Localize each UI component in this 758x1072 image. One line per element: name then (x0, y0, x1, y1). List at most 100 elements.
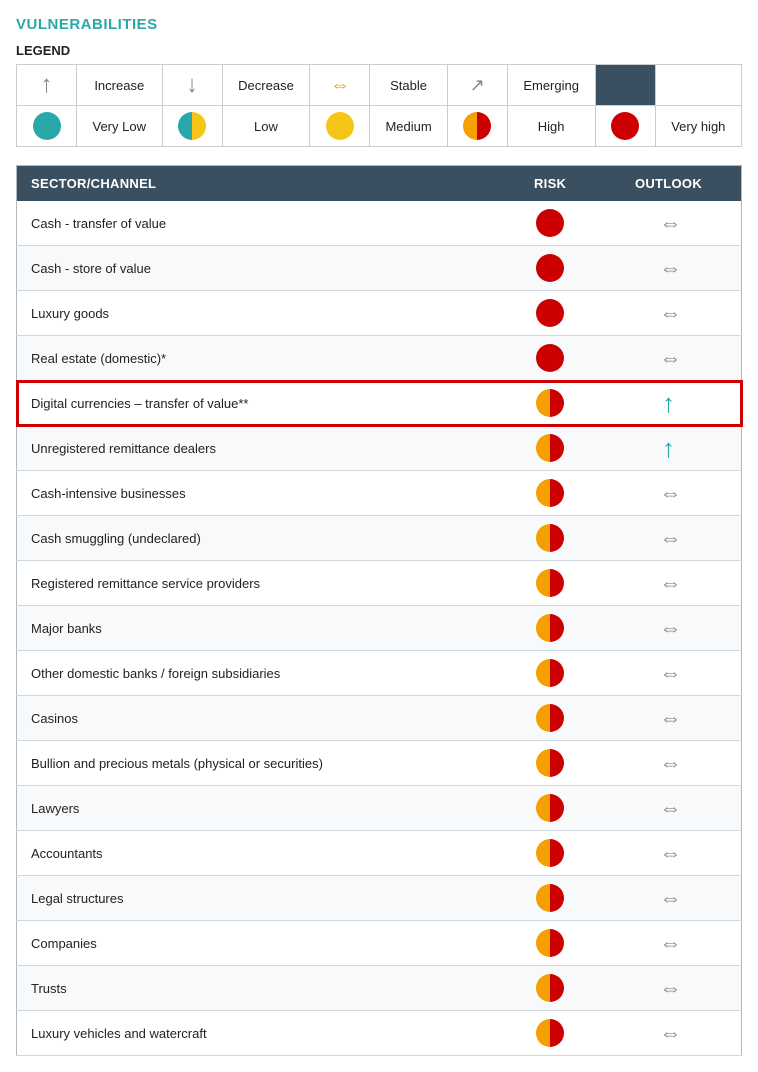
table-row: Cash - transfer of value ⇔ (17, 201, 742, 246)
sector-cell: Cash - store of value (17, 246, 505, 291)
outlook-cell: ↑ (596, 426, 742, 471)
risk-icon (536, 434, 564, 462)
legend-very-high-label: Very high (655, 106, 741, 147)
outlook-icon: ⇔ (659, 977, 677, 999)
outlook-cell: ⇔ (596, 606, 742, 651)
outlook-icon: ⇔ (659, 482, 677, 504)
legend-empty-label (655, 65, 741, 106)
table-row: Major banks ⇔ (17, 606, 742, 651)
col-header-risk: RISK (504, 166, 596, 202)
risk-icon (536, 614, 564, 642)
legend-arrow-up-icon: ↑ (17, 65, 77, 106)
page-title: VULNERABILITIES (16, 16, 742, 33)
outlook-icon: ⇔ (659, 752, 677, 774)
col-header-sector: SECTOR/CHANNEL (17, 166, 505, 202)
outlook-icon: ↑ (662, 390, 675, 416)
outlook-icon: ⇔ (659, 707, 677, 729)
risk-icon (536, 794, 564, 822)
outlook-cell: ↑ (596, 381, 742, 426)
outlook-cell: ⇔ (596, 246, 742, 291)
legend-stable-label: Stable (370, 65, 447, 106)
outlook-cell: ⇔ (596, 201, 742, 246)
outlook-cell: ⇔ (596, 921, 742, 966)
risk-cell (504, 561, 596, 606)
table-row: Companies ⇔ (17, 921, 742, 966)
table-row: Casinos⇔ (17, 696, 742, 741)
risk-cell (504, 246, 596, 291)
risk-icon (536, 209, 564, 237)
risk-icon (536, 659, 564, 687)
sector-cell: Other domestic banks / foreign subsidiar… (17, 651, 505, 696)
table-row: Digital currencies – transfer of value**… (17, 381, 742, 426)
outlook-icon: ⇔ (659, 617, 677, 639)
outlook-icon: ⇔ (659, 932, 677, 954)
outlook-cell: ⇔ (596, 966, 742, 1011)
legend-circle-veryhigh-icon (595, 106, 655, 147)
legend-medium-label: Medium (370, 106, 447, 147)
legend-title: LEGEND (16, 43, 742, 58)
vulnerability-table: SECTOR/CHANNEL RISK OUTLOOK Cash - trans… (16, 165, 742, 1056)
outlook-icon: ⇔ (659, 797, 677, 819)
outlook-icon: ⇔ (659, 347, 677, 369)
sector-cell: Lawyers (17, 786, 505, 831)
outlook-cell: ⇔ (596, 561, 742, 606)
legend-circle-low-icon (162, 106, 222, 147)
risk-icon (536, 524, 564, 552)
risk-cell (504, 381, 596, 426)
risk-cell (504, 606, 596, 651)
sector-cell: Companies (17, 921, 505, 966)
risk-cell (504, 426, 596, 471)
sector-cell: Cash-intensive businesses (17, 471, 505, 516)
risk-icon (536, 839, 564, 867)
table-row: Legal structures ⇔ (17, 876, 742, 921)
outlook-cell: ⇔ (596, 291, 742, 336)
table-row: Cash-intensive businesses ⇔ (17, 471, 742, 516)
outlook-icon: ⇔ (659, 257, 677, 279)
outlook-icon: ⇔ (659, 1022, 677, 1044)
sector-cell: Cash - transfer of value (17, 201, 505, 246)
sector-cell: Unregistered remittance dealers (17, 426, 505, 471)
outlook-icon: ⇔ (659, 572, 677, 594)
risk-cell (504, 291, 596, 336)
sector-cell: Cash smuggling (undeclared) (17, 516, 505, 561)
legend-circle-high-icon (447, 106, 507, 147)
sector-cell: Major banks (17, 606, 505, 651)
sector-cell: Bullion and precious metals (physical or… (17, 741, 505, 786)
sector-cell: Real estate (domestic)* (17, 336, 505, 381)
legend-emerging-icon: ↗ (447, 65, 507, 106)
risk-icon (536, 344, 564, 372)
outlook-cell: ⇔ (596, 786, 742, 831)
risk-icon (536, 569, 564, 597)
risk-cell (504, 786, 596, 831)
sector-cell: Luxury goods (17, 291, 505, 336)
risk-cell (504, 741, 596, 786)
legend-circle-medium-icon (310, 106, 370, 147)
outlook-icon: ↑ (662, 435, 675, 461)
sector-cell: Accountants (17, 831, 505, 876)
outlook-cell: ⇔ (596, 516, 742, 561)
risk-cell (504, 471, 596, 516)
risk-cell (504, 921, 596, 966)
risk-icon (536, 884, 564, 912)
risk-icon (536, 704, 564, 732)
risk-cell (504, 651, 596, 696)
outlook-cell: ⇔ (596, 876, 742, 921)
sector-cell: Legal structures (17, 876, 505, 921)
outlook-icon: ⇔ (659, 527, 677, 549)
risk-cell (504, 876, 596, 921)
legend-very-low-label: Very Low (77, 106, 163, 147)
table-row: Trusts⇔ (17, 966, 742, 1011)
risk-cell (504, 831, 596, 876)
legend-table: ↑ Increase ↓ Decrease ⇔ Stable ↗ Emergin… (16, 64, 742, 147)
risk-icon (536, 299, 564, 327)
sector-cell: Registered remittance service providers (17, 561, 505, 606)
legend-emerging-label: Emerging (507, 65, 595, 106)
table-row: Bullion and precious metals (physical or… (17, 741, 742, 786)
legend-dark-cell (595, 65, 655, 106)
outlook-icon: ⇔ (659, 842, 677, 864)
outlook-icon: ⇔ (659, 302, 677, 324)
col-header-outlook: OUTLOOK (596, 166, 742, 202)
risk-cell (504, 201, 596, 246)
legend-arrow-down-icon: ↓ (162, 65, 222, 106)
table-row: Cash smuggling (undeclared) ⇔ (17, 516, 742, 561)
